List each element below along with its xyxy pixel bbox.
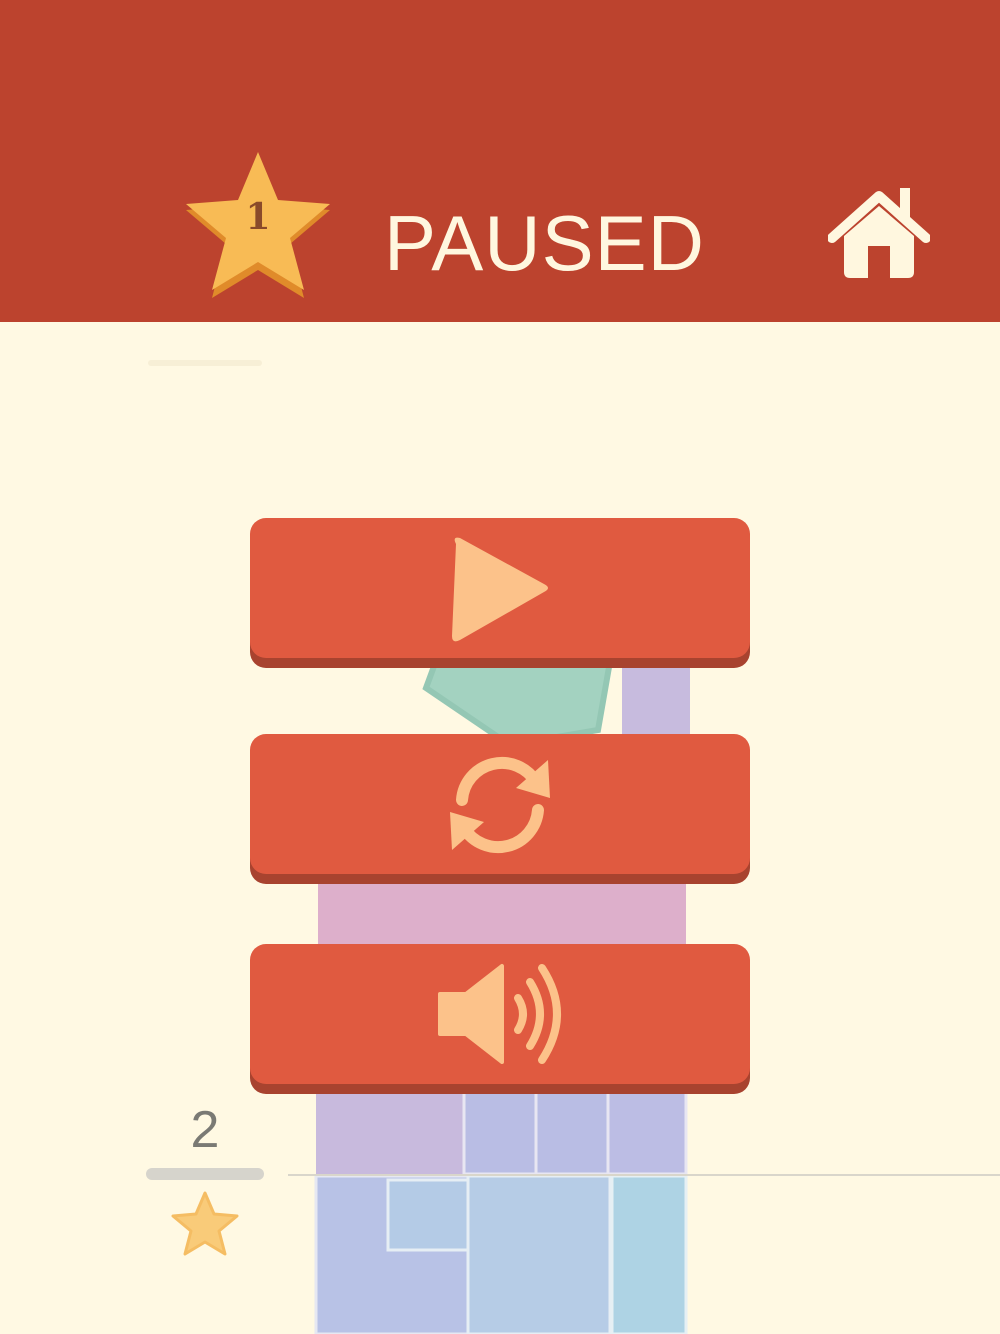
home-icon bbox=[827, 188, 931, 278]
inner-block bbox=[386, 1178, 470, 1252]
resume-button[interactable] bbox=[250, 518, 750, 658]
speaker-icon bbox=[438, 964, 561, 1064]
blue-block-3 bbox=[606, 1090, 688, 1176]
height-marker-bar bbox=[146, 1168, 264, 1180]
goal-line bbox=[288, 1174, 1000, 1176]
star-icon bbox=[171, 1191, 239, 1256]
pink-block bbox=[318, 880, 686, 950]
green-block bbox=[422, 647, 616, 749]
blue-block-1 bbox=[462, 1090, 538, 1176]
refresh-icon bbox=[450, 756, 550, 854]
steel-block bbox=[466, 1174, 612, 1334]
height-counter: 2 bbox=[190, 1101, 220, 1159]
restart-button[interactable] bbox=[250, 734, 750, 874]
divider bbox=[148, 360, 262, 366]
sound-button[interactable] bbox=[250, 944, 750, 1084]
level-number: 1 bbox=[245, 196, 271, 238]
purple-block bbox=[316, 1092, 464, 1174]
play-icon bbox=[452, 537, 548, 642]
page-title: PAUSED bbox=[384, 199, 705, 287]
blue-block-2 bbox=[534, 1090, 610, 1176]
lavender-block bbox=[622, 650, 690, 740]
sky-block bbox=[610, 1174, 688, 1334]
pause-header: 1 PAUSED bbox=[0, 0, 1000, 322]
home-button[interactable] bbox=[827, 186, 931, 282]
